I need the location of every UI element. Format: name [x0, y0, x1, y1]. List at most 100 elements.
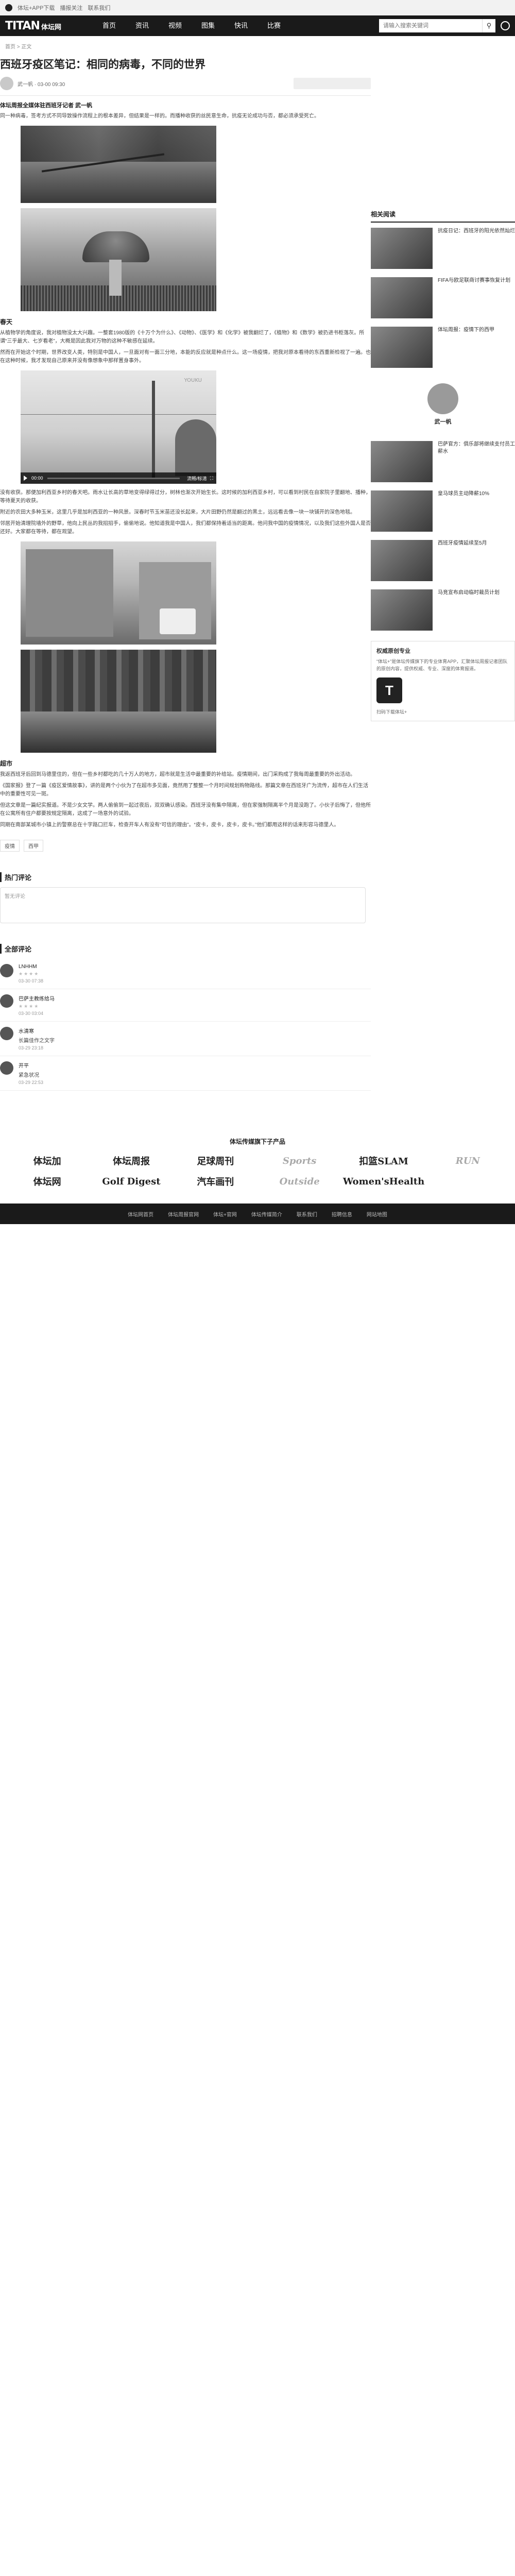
author-article-title[interactable]: 马竞宣布启动临时裁员计划 — [438, 589, 500, 631]
author-article-item[interactable]: 马竞宣布启动临时裁员计划 — [371, 589, 515, 631]
promo-title: 权威原创专业 — [376, 648, 410, 654]
search-input[interactable] — [379, 19, 482, 32]
avatar[interactable] — [0, 1027, 13, 1040]
fullscreen-icon[interactable]: ⛶ — [210, 476, 213, 481]
play-icon[interactable] — [24, 476, 27, 481]
comment-time: 03-29 23:18 — [19, 1045, 44, 1050]
product-logo[interactable]: Outside — [258, 1176, 341, 1187]
profile-name[interactable]: 武一帆 — [371, 417, 515, 426]
product-logo[interactable]: 汽车画刊 — [174, 1175, 258, 1188]
video-quality[interactable]: 流畅/标清 — [187, 475, 207, 482]
nav-item-video[interactable]: 视频 — [159, 15, 192, 36]
comment-time: 03-30 03:04 — [19, 1011, 44, 1016]
article-paragraph: 没有收获。那便加利西亚乡村的春天吧。雨水让长高的草地变得绿得过分，树林也渐次开始… — [0, 490, 371, 504]
nav-item-news[interactable]: 资讯 — [126, 15, 159, 36]
content-wrap: 西班牙疫区笔记：相同的病毒，不同的世界 武一帆 · 03-00 09:30 体坛… — [0, 50, 515, 1091]
avatar[interactable] — [427, 383, 458, 414]
product-logo[interactable]: Golf Digest — [89, 1176, 173, 1187]
author-article-item[interactable]: 西班牙疫情延续至5月 — [371, 540, 515, 581]
article-image-mushroom — [21, 208, 216, 311]
footer-link[interactable]: 网站地图 — [367, 1210, 387, 1218]
article-tags: 疫情 西甲 — [0, 840, 371, 852]
related-thumb[interactable] — [371, 327, 433, 368]
product-logo[interactable]: 体坛周报 — [89, 1154, 173, 1167]
related-thumb[interactable] — [371, 589, 433, 631]
related-thumb[interactable] — [371, 228, 433, 269]
footer-link[interactable]: 招聘信息 — [332, 1210, 352, 1218]
follow-link[interactable]: 播报关注 — [60, 4, 82, 12]
breadcrumb: 首页 > 正文 — [5, 44, 32, 50]
related-item[interactable]: FIFA与欧足联商讨赛事恢复计划 — [371, 277, 515, 318]
article-paragraph: 然而在开始这个时期，世界改变人类，特别是中国人，一旦面对有一面三分地，本能的反应… — [0, 350, 371, 364]
comment-author[interactable]: 巴萨主教练给马 — [19, 994, 55, 1002]
tag-item[interactable]: 疫情 — [0, 840, 20, 852]
comment-author[interactable]: 水清寒 — [19, 1027, 55, 1035]
footer-link[interactable]: 联系我们 — [297, 1210, 317, 1218]
related-thumb[interactable] — [371, 490, 433, 532]
comment-input[interactable]: 暂无评论 — [0, 887, 366, 923]
brand-logo[interactable]: TITAN 体坛网 — [5, 20, 93, 32]
related-item-title[interactable]: FIFA与欧足联商讨赛事恢复计划 — [438, 277, 510, 318]
tag-item[interactable]: 西甲 — [24, 840, 43, 852]
article-main: 西班牙疫区笔记：相同的病毒，不同的世界 武一帆 · 03-00 09:30 体坛… — [0, 50, 371, 1091]
top-utility-bar: 体坛+APP下载 播报关注 联系我们 — [0, 0, 515, 15]
nav-right: ⚲ — [379, 19, 510, 32]
article-summary: 体坛周报全媒体驻西班牙记者 武一帆 — [0, 103, 93, 109]
section-heading-supermarket: 超市 — [0, 760, 13, 767]
article-intro: 同一种病毒，签考方式不同导致操作流程上的根本差异，但结果是一样的。而播种收获的丝… — [0, 113, 319, 119]
nav-item-home[interactable]: 首页 — [93, 15, 126, 36]
avatar[interactable] — [0, 964, 13, 977]
comment-text: 长篇佳作之文字 — [19, 1038, 55, 1044]
share-toolbar[interactable] — [294, 78, 371, 89]
product-logo[interactable]: RUN — [426, 1156, 510, 1166]
related-thumb[interactable] — [371, 540, 433, 581]
nav-item-gallery[interactable]: 图集 — [192, 15, 225, 36]
video-progress-bar[interactable] — [47, 477, 180, 479]
avatar[interactable] — [0, 1061, 13, 1075]
user-icon[interactable] — [501, 21, 510, 30]
comment-list: LNHHM ★★★★ 03-30 07:38 巴萨主教练给马 ★★★★ 03-3… — [0, 959, 371, 1091]
article-paragraph: 附近的农田大多种玉米，这里几乎是加利西亚的一种风景。深春时节玉米苗还没长起来，大… — [0, 510, 355, 515]
related-title: 相关阅读 — [371, 205, 515, 223]
author-avatar[interactable] — [0, 77, 13, 90]
product-logo[interactable]: 体坛网 — [5, 1175, 89, 1188]
rating-icon: ★★★★ — [19, 971, 40, 976]
product-logo[interactable]: 扣篮SLAM — [341, 1154, 425, 1167]
product-logo[interactable]: 体坛加 — [5, 1154, 89, 1167]
related-thumb[interactable] — [371, 441, 433, 482]
comment-item: 巴萨主教练给马 ★★★★ 03-30 03:04 — [0, 989, 371, 1022]
author-article-title[interactable]: 巴萨官方：俱乐部将继续支付员工薪水 — [438, 441, 515, 482]
footer-link[interactable]: 体坛+官网 — [213, 1210, 237, 1218]
comment-author[interactable]: LNHHM — [19, 964, 43, 970]
product-logo[interactable]: 足球周刊 — [174, 1154, 258, 1167]
related-item-title[interactable]: 体坛周报：疫情下的西甲 — [438, 327, 494, 368]
comment-author[interactable]: 开平 — [19, 1061, 43, 1069]
app-download-link[interactable]: 体坛+APP下载 — [18, 4, 55, 12]
avatar[interactable] — [0, 994, 13, 1008]
footer-link[interactable]: 体坛传媒简介 — [251, 1210, 282, 1218]
product-logo[interactable]: Women'sHealth — [341, 1176, 425, 1187]
comment-item: 开平 紧急状况 03-29 22:53 — [0, 1056, 371, 1091]
video-player[interactable]: YOUKU 00:00 流畅/标清 ⛶ — [21, 370, 216, 484]
promo-note: 扫码下载体坛+ — [376, 709, 407, 715]
app-logo-icon[interactable]: T — [376, 677, 402, 703]
related-thumb[interactable] — [371, 277, 433, 318]
author-article-item[interactable]: 巴萨官方：俱乐部将继续支付员工薪水 — [371, 441, 515, 482]
contact-link[interactable]: 联系我们 — [88, 4, 110, 12]
author-article-item[interactable]: 皇马球员主动降薪10% — [371, 490, 515, 532]
product-logo[interactable]: Sports — [258, 1156, 341, 1166]
footer-link[interactable]: 体坛周报官网 — [168, 1210, 199, 1218]
related-item-title[interactable]: 抗疫日记：西班牙的阳光依然灿烂 — [438, 228, 515, 269]
author-article-title[interactable]: 西班牙疫情延续至5月 — [438, 540, 487, 581]
footer-link[interactable]: 体坛网首页 — [128, 1210, 153, 1218]
nav-item-matches[interactable]: 比赛 — [258, 15, 290, 36]
app-promo-box: 权威原创专业 “体坛+”是体坛传媒旗下的专业体育APP，汇聚体坛周报记者团队的原… — [371, 641, 515, 721]
nav-item-flash[interactable]: 快讯 — [225, 15, 258, 36]
author-article-title[interactable]: 皇马球员主动降薪10% — [438, 490, 489, 532]
related-item[interactable]: 体坛周报：疫情下的西甲 — [371, 327, 515, 368]
section-heading-spring: 春天 — [0, 318, 13, 326]
article-paragraph: 《国家报》登了一篇《疫区爱情故事》，讲的是两个小伙为了在超市多见面，竟然用了整整… — [0, 783, 368, 797]
search-icon[interactable]: ⚲ — [482, 19, 495, 32]
site-logo-icon[interactable] — [5, 4, 12, 11]
related-item[interactable]: 抗疫日记：西班牙的阳光依然灿烂 — [371, 228, 515, 269]
